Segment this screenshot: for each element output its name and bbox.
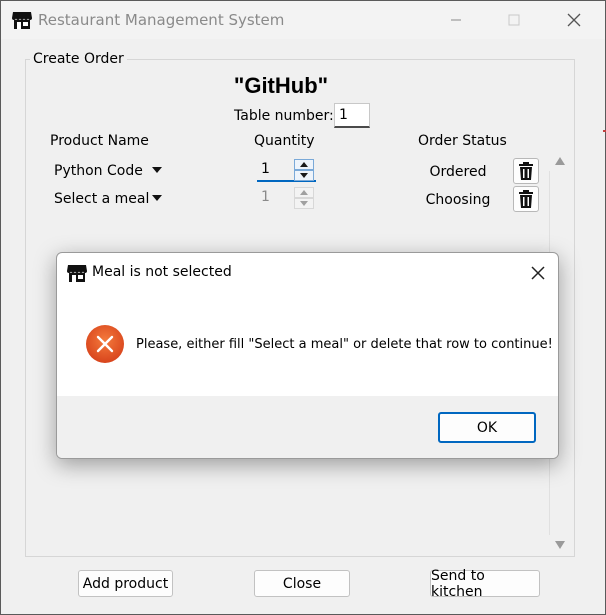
product-select[interactable]: Select a meal xyxy=(50,187,182,211)
minimize-icon xyxy=(451,19,461,21)
scroll-down-icon[interactable] xyxy=(555,541,565,549)
window-title: Restaurant Management System xyxy=(38,11,285,29)
product-select-value: Select a meal xyxy=(54,191,150,207)
table-number-label: Table number: xyxy=(234,108,334,124)
error-icon xyxy=(86,325,124,363)
quantity-stepper[interactable]: 1 xyxy=(257,158,316,182)
quantity-stepper[interactable]: 1 xyxy=(257,186,316,210)
minimize-button[interactable] xyxy=(433,1,479,39)
column-header-product: Product Name xyxy=(50,133,149,149)
quantity-value: 1 xyxy=(261,161,270,177)
delete-row-button[interactable] xyxy=(513,186,539,212)
arrow-up-icon xyxy=(300,162,308,167)
column-header-status: Order Status xyxy=(418,133,507,149)
close-icon xyxy=(567,13,581,27)
storefront-icon xyxy=(12,12,32,29)
close-button[interactable]: Close xyxy=(254,570,350,597)
table-number-input[interactable]: 1 xyxy=(334,103,370,128)
order-status: Choosing xyxy=(425,192,491,208)
quantity-down-button[interactable] xyxy=(294,170,314,181)
ok-button[interactable]: OK xyxy=(438,412,536,443)
chevron-down-icon xyxy=(152,195,162,201)
close-window-button[interactable] xyxy=(551,1,597,39)
trash-icon xyxy=(519,162,533,180)
arrow-up-icon xyxy=(300,190,308,195)
dialog-message: Please, either fill "Select a meal" or d… xyxy=(136,337,553,352)
add-product-button[interactable]: Add product xyxy=(78,570,173,597)
product-select[interactable]: Python Code xyxy=(50,159,182,183)
close-icon[interactable] xyxy=(527,262,549,284)
scroll-up-icon[interactable] xyxy=(555,157,565,165)
arrow-down-icon xyxy=(300,173,308,178)
quantity-up-button[interactable] xyxy=(294,187,314,198)
maximize-icon xyxy=(508,14,520,26)
order-status: Ordered xyxy=(429,164,487,180)
quantity-up-button[interactable] xyxy=(294,159,314,170)
product-select-value: Python Code xyxy=(54,163,143,179)
send-to-kitchen-button[interactable]: Send to kitchen xyxy=(430,568,540,600)
arrow-down-icon xyxy=(300,201,308,206)
group-label: Create Order xyxy=(30,51,127,67)
dialog-footer: OK xyxy=(57,396,558,458)
chevron-down-icon xyxy=(152,167,162,173)
order-title: "GitHub" xyxy=(233,73,329,98)
delete-row-button[interactable] xyxy=(513,158,539,184)
quantity-value: 1 xyxy=(261,189,270,205)
dialog-title: Meal is not selected xyxy=(92,264,232,280)
storefront-icon xyxy=(67,265,87,282)
maximize-button[interactable] xyxy=(491,1,537,39)
title-bar[interactable]: Restaurant Management System xyxy=(1,1,605,39)
trash-icon xyxy=(519,190,533,208)
quantity-down-button[interactable] xyxy=(294,198,314,209)
column-header-quantity: Quantity xyxy=(254,133,315,149)
error-dialog: Meal is not selected Please, either fill… xyxy=(56,252,559,459)
